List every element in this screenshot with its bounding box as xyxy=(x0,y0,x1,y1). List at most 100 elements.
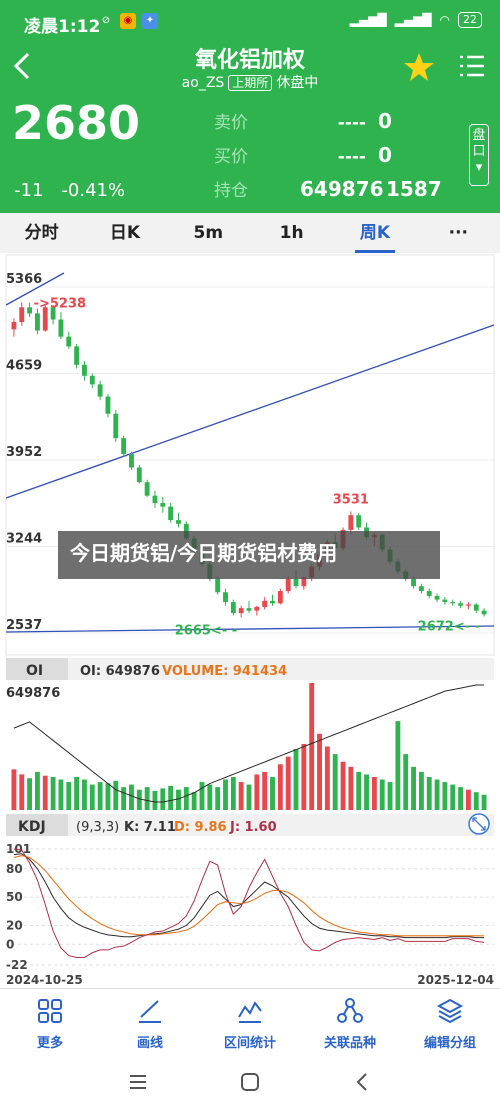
candle-body xyxy=(129,454,134,468)
last-price: 2680 xyxy=(12,96,141,150)
volume-bar xyxy=(309,683,315,810)
app-notify-icon: ✦ xyxy=(142,13,158,29)
draw-line-tool-label: 画线 xyxy=(136,1036,163,1051)
volume-bar xyxy=(379,779,385,810)
candle-body xyxy=(74,346,80,365)
change-value: -11 xyxy=(14,180,44,201)
status-right: ▂▄▆█ ▂▄▆█ ◠ 22 xyxy=(350,12,482,28)
main-panel-frame xyxy=(5,254,495,656)
tab-5m[interactable]: 5m xyxy=(167,213,250,253)
candle-body xyxy=(113,413,119,439)
recent-apps-icon[interactable] xyxy=(126,1070,150,1094)
home-icon[interactable] xyxy=(238,1070,262,1094)
candle-body xyxy=(160,502,166,507)
volume-bar xyxy=(66,782,72,810)
order-book-button[interactable]: 盘口 ▾ xyxy=(469,124,489,186)
candle-body xyxy=(89,375,95,385)
related-tool[interactable]: 关联品种 xyxy=(300,989,400,1056)
volume-bar xyxy=(403,754,409,810)
kdj-y-tick: 50 xyxy=(6,890,23,904)
exchange-badge: 上期所 xyxy=(228,75,273,91)
tab-weekly-k[interactable]: 周K xyxy=(333,213,416,253)
range-stats-tool[interactable]: 区间统计 xyxy=(200,989,300,1056)
hold-change: 1587 xyxy=(386,177,442,201)
low2-annotation: 2672<- - xyxy=(418,619,480,634)
main-y-tick: 4659 xyxy=(6,358,42,373)
volume-bar xyxy=(285,756,291,810)
sell-label: 卖价 xyxy=(214,113,248,133)
fullscreen-toggle-icon[interactable] xyxy=(468,813,490,835)
kdj-params: (9,3,3) xyxy=(76,820,119,835)
tab-timeshare[interactable]: 分时 xyxy=(0,213,83,253)
candle-body xyxy=(121,438,127,455)
candle-body xyxy=(27,307,33,314)
volume-bar xyxy=(356,771,362,810)
volume-bar xyxy=(82,779,87,810)
favorite-star-icon[interactable] xyxy=(402,50,436,84)
weibo-icon: ◉ xyxy=(120,13,136,29)
back-nav-icon[interactable] xyxy=(350,1070,374,1094)
kdj-y-tick: 80 xyxy=(6,862,23,876)
candle-body xyxy=(215,578,221,593)
volume-bar xyxy=(199,782,205,810)
volume-bar xyxy=(238,782,244,810)
buy-row: 买价 ---- 0 xyxy=(214,142,422,167)
kdj-y-tick: 0 xyxy=(6,937,14,951)
status-time: 凌晨1:12 xyxy=(24,17,101,37)
candle-body xyxy=(473,604,479,611)
volume-bar xyxy=(332,754,338,810)
oi-y-tick: 649876 xyxy=(6,686,60,701)
volume-bar xyxy=(58,779,64,810)
volume-bar xyxy=(246,784,252,810)
kdj-grid: 1018050200-22 xyxy=(6,842,494,972)
candle-body xyxy=(465,604,471,606)
volume-bar xyxy=(426,776,432,810)
volume-bar xyxy=(97,782,103,810)
hold-value: 649876 xyxy=(300,177,384,201)
main-y-tick: 3952 xyxy=(6,445,42,460)
volume-bar xyxy=(301,743,307,810)
volume-bar xyxy=(481,794,487,810)
buy-label: 买价 xyxy=(214,147,248,167)
volume-bar xyxy=(364,774,369,810)
volume-bar xyxy=(113,780,119,810)
candle-body xyxy=(285,578,291,592)
volume-bar xyxy=(442,782,448,810)
candle-body xyxy=(238,608,244,614)
volume-bar xyxy=(450,784,456,810)
quote-header: 凌晨1:12 ⊘ ◉ ✦ ▂▄▆█ ▂▄▆█ ◠ 22 氧化铝加权 ao_ZS 上… xyxy=(0,0,500,213)
candle-body xyxy=(481,610,487,615)
related-tool-label: 关联品种 xyxy=(323,1036,376,1051)
candle-body xyxy=(97,384,103,397)
volume-bar xyxy=(215,787,221,810)
mute-icon: ⊘ xyxy=(101,15,111,26)
market-state: 休盘中 xyxy=(276,75,319,91)
candle-body xyxy=(277,591,283,604)
main-y-tick: 5366 xyxy=(6,272,42,287)
more-tool[interactable]: 更多 xyxy=(0,989,100,1056)
main-y-tick: 2537 xyxy=(6,618,42,633)
kdj-tag: KDJ xyxy=(18,819,46,835)
volume-bar xyxy=(411,766,416,810)
tab-1h[interactable]: 1h xyxy=(250,213,333,253)
tab-daily-k[interactable]: 日K xyxy=(83,213,166,253)
volume-bar xyxy=(74,776,80,810)
candle-body xyxy=(262,600,268,607)
kdj-k-label: K: 7.11 xyxy=(124,820,176,835)
chevron-down-icon: ▾ xyxy=(475,160,483,175)
range-stats-tool-label: 区间统计 xyxy=(223,1036,276,1051)
battery-icon: 22 xyxy=(458,12,482,28)
edit-group-tool-label: 编辑分组 xyxy=(423,1036,476,1051)
oi-tag: OI xyxy=(26,663,43,679)
edit-group-tool[interactable]: 编辑分组 xyxy=(400,989,500,1056)
chart-area[interactable]: 5366 4659 3952 3244 2537 ->5238 3531 2665<- - 26… xyxy=(0,253,500,988)
hold-label: 持仓 xyxy=(214,181,248,201)
volume-bar xyxy=(89,784,95,810)
menu-list-icon[interactable] xyxy=(458,52,486,80)
price-change: -11 -0.41% xyxy=(14,180,125,201)
candle-body xyxy=(223,592,228,603)
draw-line-tool[interactable]: 画线 xyxy=(100,989,200,1056)
more-tabs-button[interactable]: ··· xyxy=(417,213,500,253)
candle-body xyxy=(254,606,260,611)
volume-bar xyxy=(458,787,464,810)
